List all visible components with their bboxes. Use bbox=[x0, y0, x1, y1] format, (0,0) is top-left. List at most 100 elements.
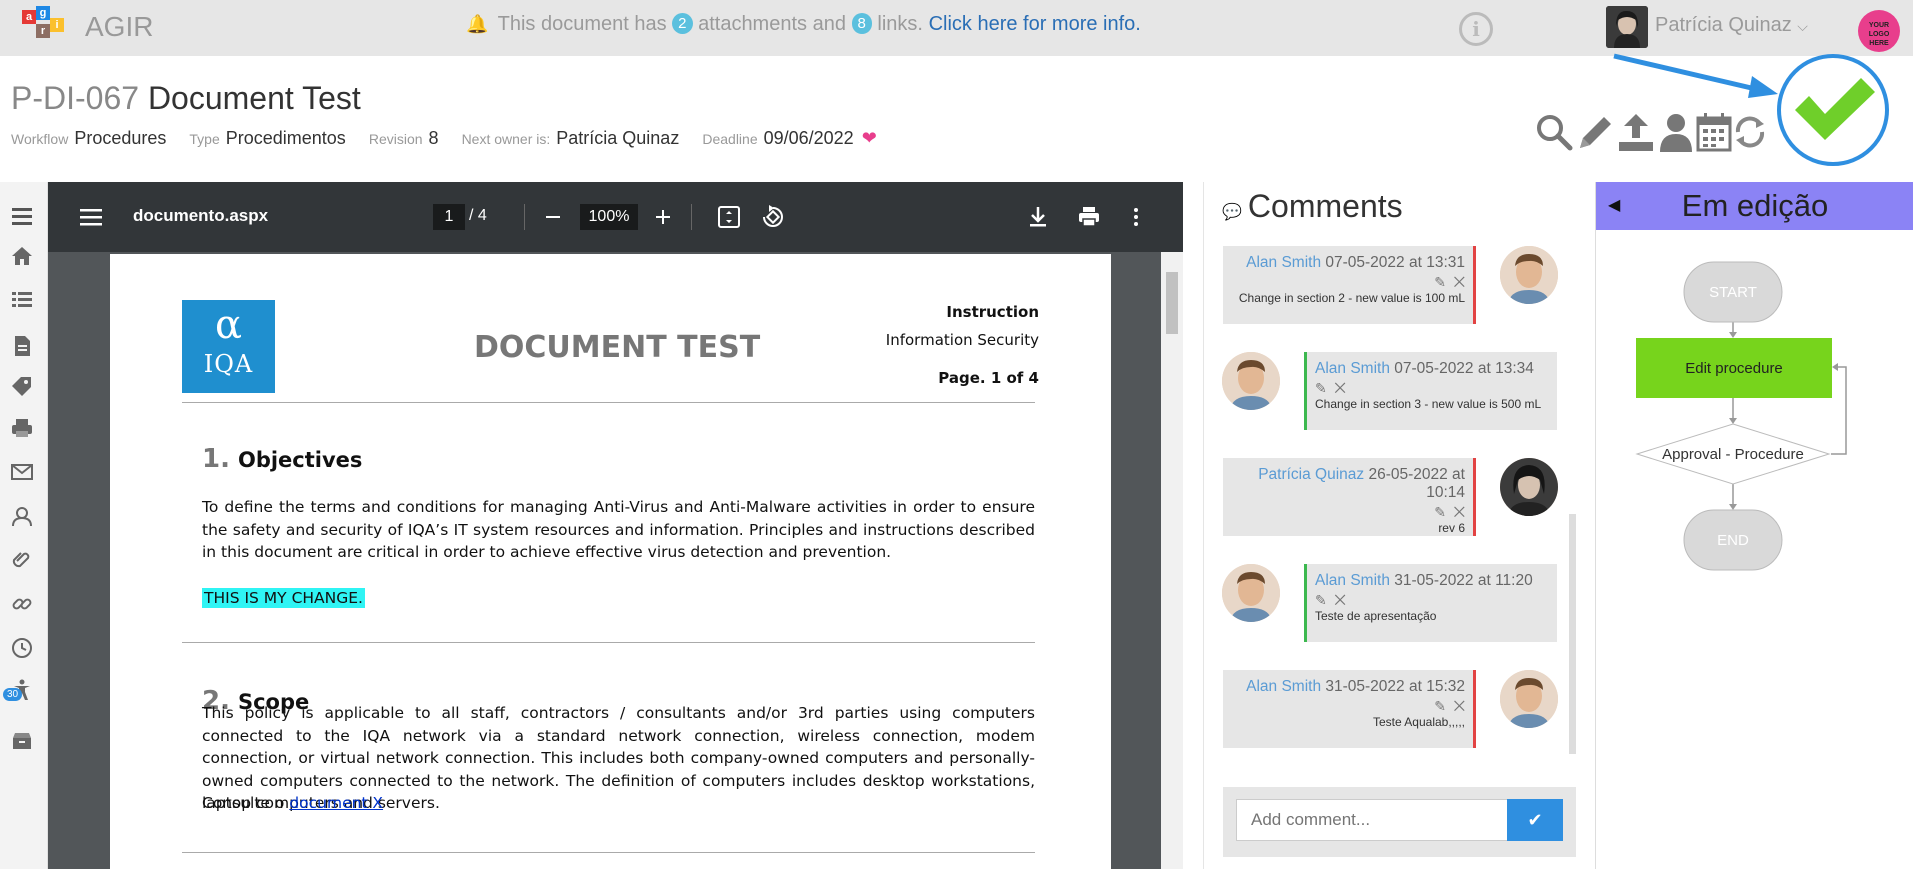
download-icon[interactable] bbox=[1023, 202, 1053, 232]
type-value: Procedimentos bbox=[225, 128, 346, 148]
approve-button[interactable] bbox=[1777, 54, 1889, 166]
document-icon[interactable] bbox=[10, 334, 34, 358]
comment-date: 31-05-2022 at 15:32 bbox=[1325, 678, 1465, 695]
favorite-heart-icon[interactable]: ❤ bbox=[862, 128, 877, 148]
user-menu[interactable]: Patrícia Quinaz ⌵ bbox=[1655, 14, 1808, 37]
comment-text: Teste de apresentação bbox=[1315, 609, 1437, 623]
contacts-icon[interactable] bbox=[10, 504, 34, 528]
add-comment-input[interactable] bbox=[1236, 799, 1511, 841]
pdf-page-input[interactable]: 1 bbox=[433, 204, 465, 230]
top-bar: a g r i AGIR 🔔 This document has 2 attac… bbox=[0, 0, 1913, 56]
rotate-icon[interactable] bbox=[758, 202, 788, 232]
check-icon bbox=[1795, 78, 1875, 140]
comment-author[interactable]: Alan Smith bbox=[1315, 360, 1390, 377]
workflow-label: Workflow bbox=[11, 131, 69, 147]
document-notice: 🔔 This document has 2 attachments and 8 … bbox=[466, 13, 1141, 36]
home-icon[interactable] bbox=[10, 244, 34, 268]
avatar-photo bbox=[1222, 564, 1280, 622]
link-icon[interactable] bbox=[10, 592, 34, 616]
comments-header: 💬 Comments bbox=[1222, 188, 1403, 225]
add-comment-form: ✔ bbox=[1223, 787, 1576, 857]
pencil-icon[interactable]: ✎ bbox=[1434, 698, 1446, 714]
pdf-page-total: / 4 bbox=[469, 207, 487, 224]
info-icon[interactable]: i bbox=[1459, 12, 1493, 46]
owner-value: Patrícia Quinaz bbox=[556, 128, 680, 148]
print-icon[interactable] bbox=[1074, 202, 1104, 232]
document-code: P-DI-067 bbox=[11, 80, 140, 116]
app-name: AGIR bbox=[85, 11, 154, 42]
logo-letter: r bbox=[36, 24, 50, 38]
zoom-out-icon[interactable] bbox=[538, 202, 568, 232]
collapse-triangle-icon[interactable]: ◀ bbox=[1608, 182, 1620, 230]
workflow-arrowhead bbox=[1832, 363, 1838, 371]
highlighted-change: THIS IS MY CHANGE. bbox=[202, 588, 365, 608]
notice-text: attachments and bbox=[698, 13, 846, 35]
pencil-icon[interactable]: ✎ bbox=[1434, 504, 1446, 520]
iqa-logo-text: IQA bbox=[203, 350, 254, 378]
fit-page-icon[interactable] bbox=[714, 202, 744, 232]
divider bbox=[691, 204, 692, 230]
workflow-value: Procedures bbox=[74, 128, 167, 148]
user-avatar[interactable] bbox=[1606, 6, 1648, 48]
bell-icon: 🔔 bbox=[466, 14, 489, 34]
pdf-scrollbar[interactable] bbox=[1161, 252, 1183, 869]
menu-icon[interactable] bbox=[10, 204, 34, 228]
pdf-zoom-input[interactable]: 100% bbox=[580, 204, 638, 230]
pencil-icon[interactable]: ✎ bbox=[1315, 592, 1327, 608]
calendar-icon[interactable] bbox=[1694, 110, 1734, 154]
comment-date: 07-05-2022 at 13:34 bbox=[1394, 360, 1534, 377]
logo-letter: g bbox=[36, 6, 50, 20]
pencil-icon[interactable] bbox=[1574, 110, 1614, 154]
pdf-header-info: Instruction Information Security Page. 1… bbox=[886, 298, 1039, 392]
refresh-icon[interactable] bbox=[1730, 110, 1770, 154]
logo-letter: a bbox=[22, 10, 36, 24]
notification-badge: 30 bbox=[3, 688, 23, 701]
section-number: 1. bbox=[202, 444, 230, 474]
close-icon[interactable]: ⨉ bbox=[1454, 504, 1465, 520]
comment-author[interactable]: Alan Smith bbox=[1246, 254, 1321, 271]
chevron-down-icon: ⌵ bbox=[1797, 18, 1808, 34]
submit-comment-button[interactable]: ✔ bbox=[1507, 799, 1563, 841]
workflow-arrowhead bbox=[1729, 504, 1737, 510]
deadline-value: 09/06/2022 bbox=[763, 128, 854, 148]
search-icon[interactable] bbox=[1534, 110, 1574, 154]
pencil-icon[interactable]: ✎ bbox=[1315, 380, 1327, 396]
more-info-link[interactable]: Click here for more info. bbox=[929, 13, 1141, 35]
comment-author[interactable]: Patrícia Quinaz bbox=[1258, 466, 1364, 483]
pdf-page-number: Page. 1 of 4 bbox=[938, 369, 1039, 387]
comment-author[interactable]: Alan Smith bbox=[1315, 572, 1390, 589]
scrollbar-thumb[interactable] bbox=[1166, 272, 1178, 334]
notice-text: links. bbox=[877, 13, 923, 35]
close-icon[interactable]: ⨉ bbox=[1454, 274, 1465, 290]
menu-icon[interactable] bbox=[76, 202, 106, 232]
close-icon[interactable]: ⨉ bbox=[1335, 380, 1346, 396]
mail-icon[interactable] bbox=[10, 460, 34, 484]
list-icon[interactable] bbox=[10, 288, 34, 312]
workflow-node-label: Edit procedure bbox=[1685, 360, 1783, 377]
tags-icon[interactable] bbox=[10, 374, 34, 398]
comment-author[interactable]: Alan Smith bbox=[1246, 678, 1321, 695]
archive-icon[interactable] bbox=[10, 728, 34, 752]
more-options-icon[interactable] bbox=[1121, 202, 1151, 232]
zoom-in-icon[interactable] bbox=[648, 202, 678, 232]
close-icon[interactable]: ⨉ bbox=[1454, 698, 1465, 714]
clock-icon[interactable] bbox=[10, 636, 34, 660]
document-link[interactable]: document X bbox=[289, 794, 383, 812]
app-logo[interactable]: a g r i bbox=[22, 6, 68, 46]
comment-item: Patrícia Quinaz 26-05-2022 at 10:14 ✎ ⨉ … bbox=[1223, 458, 1476, 536]
comment-text: Teste Aqualab,,,,, bbox=[1372, 715, 1465, 729]
revision-label: Revision bbox=[368, 131, 423, 147]
user-icon[interactable] bbox=[1656, 110, 1696, 154]
paperclip-icon[interactable] bbox=[10, 548, 34, 572]
pencil-icon[interactable]: ✎ bbox=[1434, 274, 1446, 290]
avatar bbox=[1500, 670, 1558, 728]
divider bbox=[182, 642, 1035, 643]
close-icon[interactable]: ⨉ bbox=[1335, 592, 1346, 608]
comment-item: Alan Smith 07-05-2022 at 13:31 ✎ ⨉ Chang… bbox=[1223, 246, 1476, 324]
avatar-photo bbox=[1500, 670, 1558, 728]
comments-scrollbar[interactable] bbox=[1569, 514, 1576, 754]
print-icon[interactable] bbox=[10, 416, 34, 440]
upload-icon[interactable] bbox=[1616, 110, 1656, 154]
document-title: P-DI-067 Document Test bbox=[11, 80, 361, 117]
section-body: To define the terms and conditions for m… bbox=[202, 498, 1035, 561]
